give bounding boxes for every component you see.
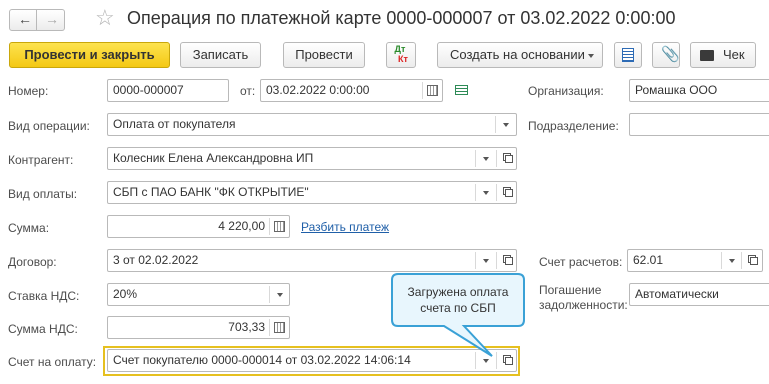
- forward-button[interactable]: →: [37, 9, 65, 31]
- subdivision-field[interactable]: [629, 113, 769, 136]
- account-label: Счет расчетов:: [539, 255, 623, 269]
- favorite-star-icon[interactable]: ☆: [95, 5, 115, 31]
- account-select[interactable]: 62.01: [627, 249, 763, 272]
- date-label: от:: [240, 84, 256, 98]
- open-icon[interactable]: [742, 250, 762, 271]
- dt-kt-icon: Дт Кт: [394, 44, 408, 64]
- organization-field[interactable]: Ромашка ООО: [629, 79, 769, 102]
- date-field[interactable]: 03.02.2022 0:00:00: [260, 79, 443, 102]
- counterparty-select[interactable]: Колесник Елена Александровна ИП: [107, 147, 517, 170]
- payment-type-select[interactable]: СБП с ПАО БАНК "ФК ОТКРЫТИЕ": [107, 181, 517, 204]
- post-button[interactable]: Провести: [283, 42, 365, 68]
- open-icon[interactable]: [497, 148, 517, 169]
- post-and-close-button[interactable]: Провести и закрыть: [9, 42, 170, 68]
- dt-kt-button[interactable]: Дт Кт: [386, 42, 416, 68]
- vat-rate-label: Ставка НДС:: [8, 289, 80, 303]
- invoice-label: Счет на оплату:: [8, 355, 97, 369]
- repayment-label: Погашение задолженности:: [539, 283, 628, 312]
- vat-sum-field[interactable]: 703,33: [107, 316, 290, 339]
- open-icon[interactable]: [497, 182, 517, 203]
- number-field[interactable]: 0000-000007: [107, 79, 229, 102]
- create-based-on-label: Создать на основании: [450, 47, 585, 62]
- chevron-down-icon[interactable]: [496, 114, 516, 135]
- contract-select[interactable]: 3 от 02.02.2022: [107, 249, 517, 272]
- payment-type-label: Вид оплаты:: [8, 187, 78, 201]
- sum-label: Сумма:: [8, 221, 50, 235]
- back-button[interactable]: ←: [9, 9, 37, 31]
- operation-type-label: Вид операции:: [8, 119, 90, 133]
- page-title: Операция по платежной карте 0000-000007 …: [127, 8, 676, 28]
- create-based-on-button[interactable]: Создать на основании: [437, 42, 603, 68]
- cash-register-icon: [700, 50, 714, 61]
- arrow-right-icon: →: [45, 11, 59, 27]
- chevron-down-icon[interactable]: [476, 148, 496, 169]
- number-label: Номер:: [8, 84, 49, 98]
- chevron-down-icon[interactable]: [476, 250, 496, 271]
- check-label: Чек: [723, 47, 745, 62]
- callout-text: Загружена оплата счета по СБП: [407, 285, 509, 315]
- chevron-down-icon[interactable]: [476, 182, 496, 203]
- vat-sum-label: Сумма НДС:: [8, 322, 78, 336]
- chevron-down-icon[interactable]: [722, 250, 742, 271]
- calendar-icon[interactable]: [427, 85, 438, 96]
- save-button[interactable]: Записать: [180, 42, 261, 68]
- split-payment-link[interactable]: Разбить платеж: [301, 220, 389, 234]
- arrow-left-icon: ←: [18, 11, 32, 27]
- document-icon[interactable]: [455, 85, 468, 95]
- open-icon[interactable]: [497, 250, 517, 271]
- subdivision-label: Подразделение:: [528, 119, 619, 133]
- attach-button[interactable]: 📎: [652, 42, 680, 68]
- chevron-down-icon[interactable]: [270, 284, 290, 305]
- counterparty-label: Контрагент:: [8, 153, 74, 167]
- repayment-select[interactable]: Автоматически: [629, 283, 769, 306]
- operation-type-select[interactable]: Оплата от покупателя: [107, 113, 517, 136]
- paperclip-icon: 📎: [661, 46, 680, 63]
- structure-button[interactable]: [614, 42, 642, 68]
- sum-field[interactable]: 4 220,00: [107, 215, 290, 238]
- hierarchy-icon: [622, 48, 634, 62]
- organization-label: Организация:: [528, 84, 604, 98]
- contract-label: Договор:: [8, 255, 57, 269]
- vat-rate-select[interactable]: 20%: [107, 283, 290, 306]
- calculator-icon[interactable]: [274, 221, 285, 232]
- chevron-down-icon: [588, 54, 594, 58]
- calculator-icon[interactable]: [274, 322, 285, 333]
- check-button[interactable]: Чек: [690, 42, 756, 68]
